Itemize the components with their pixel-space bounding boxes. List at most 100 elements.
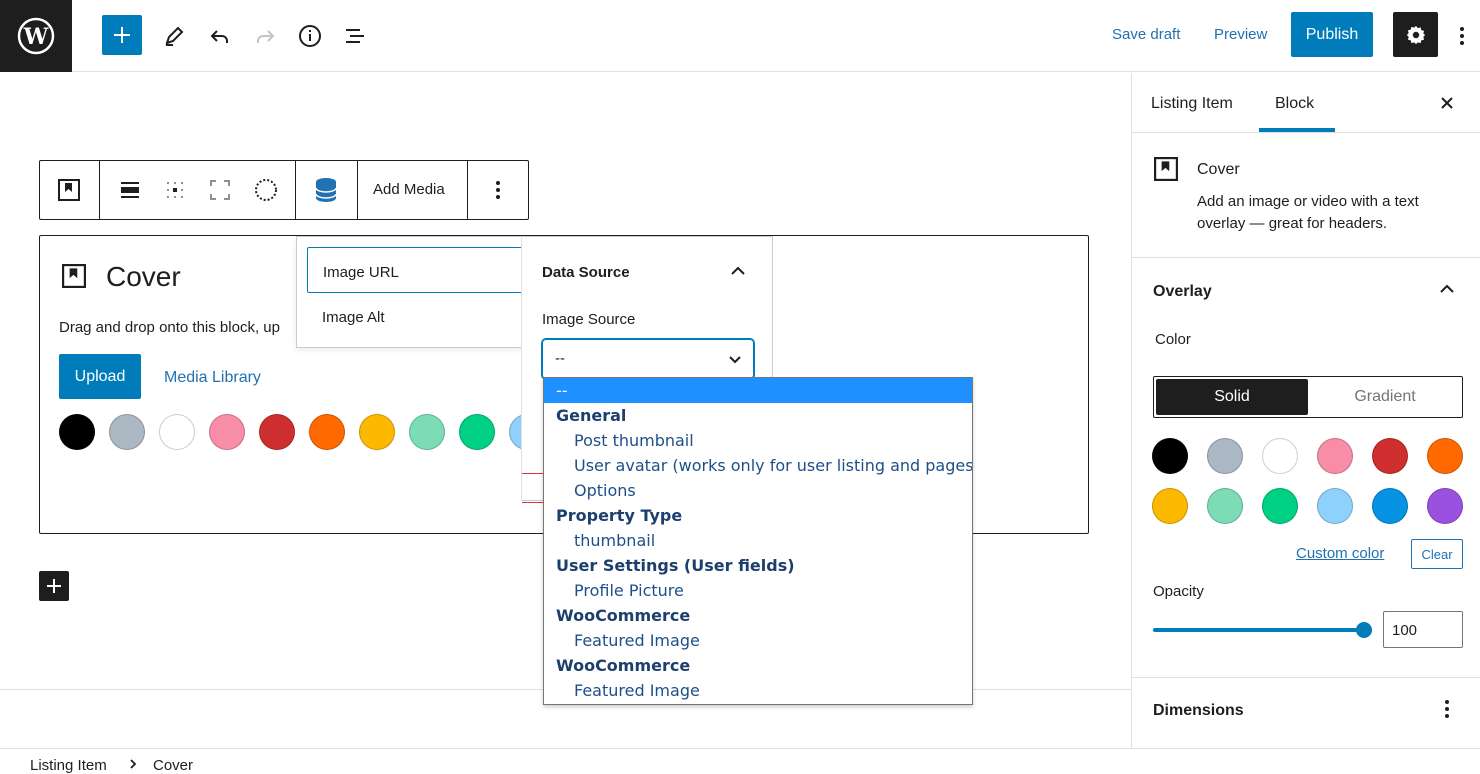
- cover-icon: [62, 264, 86, 293]
- preview-button[interactable]: Preview: [1214, 26, 1267, 43]
- cover-instructions: Drag and drop onto this block, up: [59, 319, 280, 336]
- image-source-label: Image Source: [542, 311, 636, 328]
- fullscreen-icon[interactable]: [208, 178, 232, 202]
- alignment-group: [100, 161, 296, 219]
- overlay-color-swatch[interactable]: [1372, 438, 1408, 474]
- color-swatch[interactable]: [159, 414, 195, 450]
- custom-color-button[interactable]: Custom color: [1296, 545, 1384, 562]
- overlay-color-swatch[interactable]: [1152, 488, 1188, 524]
- database-icon[interactable]: [314, 178, 338, 202]
- color-swatch[interactable]: [59, 414, 95, 450]
- solid-button[interactable]: Solid: [1156, 379, 1308, 415]
- overlay-color-swatch[interactable]: [1317, 438, 1353, 474]
- svg-text:W: W: [23, 24, 49, 50]
- list-view-icon[interactable]: [335, 16, 375, 56]
- image-source-value: --: [555, 350, 565, 367]
- add-block-inline-icon[interactable]: [39, 571, 69, 601]
- cover-block-icon[interactable]: [57, 178, 81, 202]
- cover-block-icon: [1154, 157, 1178, 186]
- opacity-slider[interactable]: [1153, 628, 1363, 632]
- image-source-dropdown-list[interactable]: -- General Post thumbnail User avatar (work…: [543, 377, 973, 705]
- overlay-panel-title[interactable]: Overlay: [1153, 283, 1212, 301]
- color-swatch[interactable]: [309, 414, 345, 450]
- content-position-icon[interactable]: [163, 178, 187, 202]
- top-toolbar: W Save draft Preview Publish: [0, 0, 1480, 72]
- dropdown-option[interactable]: Post thumbnail: [544, 428, 972, 453]
- gradient-button[interactable]: Gradient: [1310, 379, 1460, 415]
- redo-icon[interactable]: [245, 16, 285, 56]
- info-icon[interactable]: [290, 16, 330, 56]
- overlay-color-swatch[interactable]: [1427, 438, 1463, 474]
- undo-icon[interactable]: [200, 16, 240, 56]
- block-toolbar: Add Media: [39, 160, 529, 220]
- active-tab-indicator: [1259, 128, 1335, 132]
- overlay-color-swatch[interactable]: [1372, 488, 1408, 524]
- color-label: Color: [1155, 331, 1191, 348]
- wordpress-logo-icon[interactable]: W: [0, 0, 72, 72]
- tab-listing-item[interactable]: Listing Item: [1151, 95, 1233, 113]
- color-swatch[interactable]: [459, 414, 495, 450]
- dropdown-option[interactable]: Profile Picture: [544, 578, 972, 603]
- clear-button[interactable]: Clear: [1411, 539, 1463, 569]
- partially-hidden-field[interactable]: [522, 473, 544, 503]
- data-source-group: [296, 161, 358, 219]
- dropdown-option[interactable]: User avatar (works only for user listing…: [544, 453, 972, 478]
- add-media-button[interactable]: Add Media: [373, 181, 445, 198]
- color-swatch[interactable]: [209, 414, 245, 450]
- breadcrumb: Listing Item Cover: [0, 748, 1480, 774]
- dropdown-group-label: General: [556, 406, 627, 425]
- opacity-slider-handle[interactable]: [1356, 622, 1372, 638]
- pencil-icon[interactable]: [154, 16, 194, 56]
- overlay-color-swatch[interactable]: [1207, 438, 1243, 474]
- tab-block[interactable]: Block: [1275, 95, 1314, 113]
- align-icon[interactable]: [118, 178, 142, 202]
- overlay-color-swatch[interactable]: [1262, 438, 1298, 474]
- data-source-title: Data Source: [542, 264, 630, 281]
- overlay-color-swatch[interactable]: [1427, 488, 1463, 524]
- color-swatch[interactable]: [359, 414, 395, 450]
- more-options-icon[interactable]: [1450, 16, 1474, 56]
- binding-fields-popover: Image URL Image Alt: [296, 236, 523, 348]
- close-icon[interactable]: [1437, 93, 1457, 118]
- upload-button[interactable]: Upload: [59, 354, 141, 399]
- save-draft-button[interactable]: Save draft: [1112, 26, 1180, 43]
- dropdown-option[interactable]: --: [544, 378, 972, 403]
- chevron-up-icon[interactable]: [1437, 279, 1457, 304]
- dimensions-panel-title[interactable]: Dimensions: [1153, 702, 1244, 720]
- block-card: Cover Add an image or video with a text …: [1132, 133, 1480, 258]
- dimensions-options-icon[interactable]: [1444, 699, 1450, 724]
- block-card-description: Add an image or video with a text overla…: [1197, 193, 1419, 232]
- chevron-right-icon: [127, 757, 139, 774]
- dropdown-group-label: Property Type: [556, 506, 683, 525]
- breadcrumb-item-listing-item[interactable]: Listing Item: [30, 757, 107, 774]
- field-image-alt[interactable]: Image Alt: [307, 293, 523, 339]
- duotone-icon[interactable]: [254, 178, 278, 202]
- overlay-color-swatch[interactable]: [1207, 488, 1243, 524]
- dropdown-option[interactable]: Featured Image: [544, 678, 972, 703]
- color-swatch[interactable]: [109, 414, 145, 450]
- dropdown-group-label: WooCommerce: [556, 656, 691, 675]
- overlay-color-swatch[interactable]: [1152, 438, 1188, 474]
- dropdown-option[interactable]: Featured Image: [544, 628, 972, 653]
- opacity-label: Opacity: [1153, 583, 1204, 600]
- block-more-options-icon[interactable]: [486, 178, 510, 202]
- image-source-select[interactable]: --: [542, 339, 754, 379]
- dropdown-option[interactable]: thumbnail: [544, 528, 972, 553]
- field-image-url[interactable]: Image URL: [307, 247, 523, 293]
- gear-icon[interactable]: [1393, 12, 1438, 57]
- chevron-up-icon[interactable]: [728, 261, 748, 286]
- color-swatch[interactable]: [409, 414, 445, 450]
- publish-button[interactable]: Publish: [1291, 12, 1373, 57]
- color-swatch[interactable]: [259, 414, 295, 450]
- add-media-group: Add Media: [358, 161, 468, 219]
- cover-title: Cover: [106, 261, 181, 292]
- opacity-input[interactable]: 100: [1383, 611, 1463, 648]
- breadcrumb-item-cover[interactable]: Cover: [153, 757, 193, 774]
- dropdown-option[interactable]: Options: [544, 478, 972, 503]
- block-card-title: Cover: [1197, 161, 1240, 178]
- overlay-color-swatch[interactable]: [1317, 488, 1353, 524]
- divider: [1132, 677, 1480, 678]
- media-library-button[interactable]: Media Library: [164, 369, 261, 387]
- overlay-color-swatch[interactable]: [1262, 488, 1298, 524]
- add-block-icon[interactable]: [102, 15, 142, 55]
